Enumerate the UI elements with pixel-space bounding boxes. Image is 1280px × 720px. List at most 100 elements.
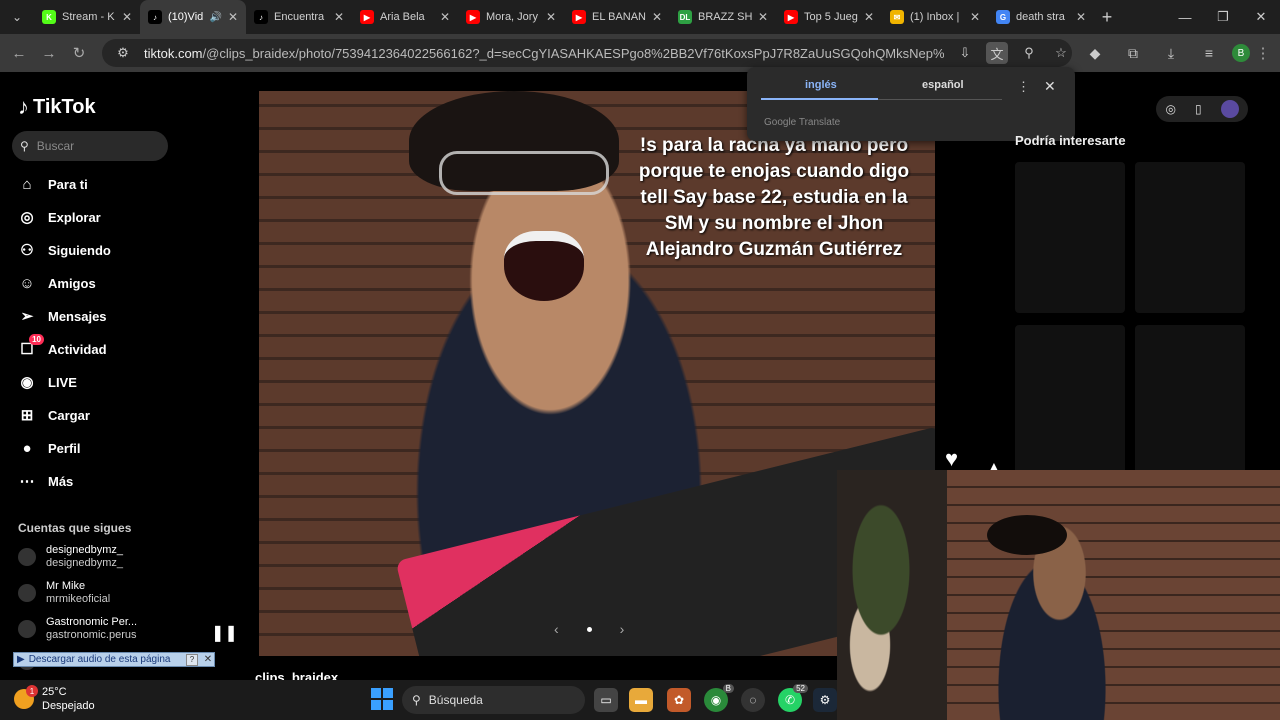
back-button[interactable]: ← [4, 38, 34, 68]
close-tab-icon[interactable]: ✕ [440, 10, 450, 24]
following-account[interactable]: Gastronomic Per... gastronomic.perus [18, 616, 137, 642]
start-button[interactable] [371, 688, 393, 710]
search-input[interactable]: ⚲ Buscar [12, 131, 168, 161]
close-tab-icon[interactable]: ✕ [122, 10, 132, 24]
zoom-icon[interactable]: ⚲ [1018, 42, 1040, 64]
browser-tab[interactable]: ♪ (10)Vid 🔊 ✕ [140, 0, 246, 34]
whatsapp-icon[interactable]: ✆ 52 [778, 684, 808, 712]
fl-studio-icon[interactable]: ✿ [667, 688, 691, 712]
taskbar-search[interactable]: ⚲ Búsqueda [402, 686, 585, 714]
close-tab-icon[interactable]: ✕ [546, 10, 556, 24]
nav-item[interactable]: ☐ 10 Actividad [18, 334, 107, 361]
user-avatar[interactable] [1220, 100, 1239, 118]
taskbar-search-icon: ⚲ [412, 693, 421, 707]
following-account[interactable]: Mr Mike mrmikeoficial [18, 580, 110, 606]
nav-item[interactable]: ⋯ Más [18, 469, 74, 493]
menu-kebab-icon[interactable]: ⋮ [1248, 38, 1278, 68]
translate-target-tab[interactable]: español [922, 79, 964, 91]
install-app-icon[interactable]: ⇩ [954, 42, 976, 64]
following-name-block: designedbymz_ designedbymz_ [46, 544, 123, 570]
close-tab-icon[interactable]: ✕ [970, 10, 980, 24]
task-view-icon[interactable]: ▭ [594, 688, 618, 712]
steam-icon[interactable]: ⚙ [813, 688, 837, 712]
obs-icon[interactable]: ◌ [741, 688, 765, 712]
browser-tab[interactable]: K Stream - K ✕ [34, 0, 140, 34]
youtube-icon: ▶ [360, 10, 374, 24]
url-text[interactable]: tiktok.com/@clips_braidex/photo/75394123… [144, 46, 944, 61]
post-photo[interactable]: !s para la racha ya mano pero porque te … [259, 91, 935, 656]
tab-search-icon[interactable]: ⌄ [0, 0, 34, 34]
nav-item[interactable]: ⌂ Para ti [18, 172, 87, 196]
close-tab-icon[interactable]: ✕ [652, 10, 662, 24]
extension-diamond-icon[interactable]: ◆ [1080, 38, 1110, 68]
phone-icon[interactable]: ▯ [1195, 102, 1202, 116]
suggested-card[interactable] [1135, 162, 1245, 313]
browser-tab[interactable]: ✉ (1) Inbox | ✕ [882, 0, 988, 34]
kick-icon: K [42, 10, 56, 24]
nav-item[interactable]: ◉ LIVE [18, 370, 76, 394]
search-placeholder: Buscar [36, 139, 75, 153]
suggested-card[interactable] [1135, 325, 1245, 475]
nav-item[interactable]: ● Perfil [18, 436, 80, 460]
help-button[interactable]: ? [186, 653, 198, 666]
browser-tab[interactable]: ▶ Top 5 Jueg ✕ [776, 0, 882, 34]
minimize-button[interactable]: — [1166, 0, 1204, 34]
carousel-next-icon[interactable]: › [620, 621, 625, 637]
close-tab-icon[interactable]: ✕ [334, 10, 344, 24]
post-overlay-text: !s para la racha ya mano pero porque te … [638, 135, 910, 260]
forward-button[interactable]: → [34, 38, 64, 68]
nav-item[interactable]: ⚇ Siguiendo [18, 238, 111, 262]
url-path: /@clips_braidex/photo/753941236402256616… [202, 45, 944, 61]
media-control-icon[interactable]: ≡ [1194, 38, 1224, 68]
close-tab-icon[interactable]: ✕ [1076, 10, 1086, 24]
profile-icon: ● [22, 439, 32, 457]
pause-icon[interactable]: ❚❚ [211, 623, 238, 643]
browser-tab[interactable]: ▶ Aria Bela ✕ [352, 0, 458, 34]
toolbar: ← → ↻ ⚙ tiktok.com/@clips_braidex/photo/… [0, 34, 1280, 72]
browser-tab[interactable]: DL BRAZZ SH ✕ [670, 0, 776, 34]
translate-menu-icon[interactable]: ⋮ [1017, 79, 1030, 95]
reload-button[interactable]: ↻ [64, 38, 94, 68]
suggested-card[interactable] [1015, 325, 1125, 475]
site-info-icon[interactable]: ⚙ [112, 42, 134, 64]
downloads-icon[interactable]: ⤓ [1156, 38, 1186, 68]
nav-item[interactable]: ➢ Mensajes [18, 304, 107, 328]
following-name-block: Gastronomic Per... gastronomic.perus [46, 616, 137, 642]
tab-title: EL BANAN [592, 11, 646, 23]
close-tab-icon[interactable]: ✕ [758, 10, 768, 24]
browser-tab[interactable]: ▶ Mora, Jory ✕ [458, 0, 564, 34]
download-bar-close-icon[interactable]: ✕ [202, 654, 214, 666]
nav-item[interactable]: ☺ Amigos [18, 271, 96, 295]
suggested-card[interactable] [1015, 162, 1125, 313]
address-bar[interactable]: ⚙ tiktok.com/@clips_braidex/photo/753941… [102, 39, 1072, 67]
translate-source-tab[interactable]: inglés [805, 79, 837, 91]
download-audio-bar[interactable]: ▶ Descargar audio de esta página ? ✕ [13, 652, 215, 667]
carousel-prev-icon[interactable]: ‹ [554, 621, 559, 637]
close-window-button[interactable]: ✕ [1242, 0, 1280, 34]
restore-button[interactable]: ❐ [1204, 0, 1242, 34]
bookmark-star-icon[interactable]: ☆ [1050, 42, 1072, 64]
carousel-dot[interactable] [586, 626, 592, 632]
like-heart-icon[interactable]: ♥ [945, 446, 958, 472]
file-explorer-icon[interactable]: ▬ [629, 688, 653, 712]
browser-tab[interactable]: Gdeath stra ✕ [988, 0, 1094, 34]
compass-icon[interactable]: ◎ [1165, 102, 1175, 116]
browser-tab[interactable]: ♪ Encuentra ✕ [246, 0, 352, 34]
extensions-puzzle-icon[interactable]: ⧉ [1118, 38, 1148, 68]
translate-close-icon[interactable]: ✕ [1044, 78, 1056, 95]
browser-tab[interactable]: ▶ EL BANAN ✕ [564, 0, 670, 34]
weather-widget[interactable]: 1 25°C Despejado [14, 685, 95, 713]
download-audio-label: Descargar audio de esta página [28, 654, 171, 665]
nav-item[interactable]: ◎ Explorar [18, 205, 100, 229]
close-tab-icon[interactable]: ✕ [864, 10, 874, 24]
following-username: mrmikeoficial [46, 593, 111, 605]
tiktok-logo[interactable]: ♪ TikTok [18, 94, 96, 120]
audio-playing-icon[interactable]: 🔊 [209, 12, 221, 23]
translate-icon[interactable]: 文 [986, 42, 1008, 64]
following-account[interactable]: designedbymz_ designedbymz_ [18, 544, 123, 570]
close-tab-icon[interactable]: ✕ [228, 10, 238, 24]
chrome-icon[interactable]: ◉ B [704, 684, 734, 712]
nav-item-label: Amigos [48, 275, 96, 291]
nav-item[interactable]: ⊞ Cargar [18, 403, 90, 427]
new-tab-button[interactable]: + [1094, 0, 1120, 34]
